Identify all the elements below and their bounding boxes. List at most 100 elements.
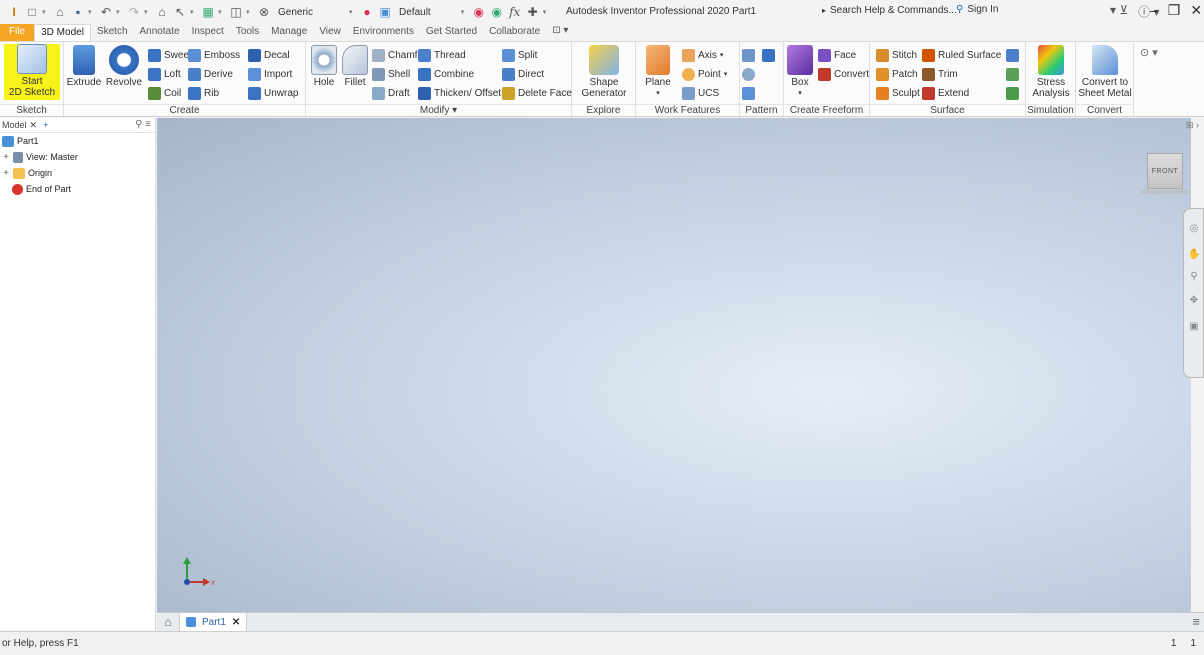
save-icon[interactable]: ▪ <box>70 4 86 20</box>
thicken-offset-button[interactable]: Thicken/ Offset <box>418 85 501 101</box>
expand-icon[interactable]: + <box>2 168 10 179</box>
graphics-viewport[interactable] <box>157 118 1191 612</box>
clear-override-icon[interactable]: ⊗ <box>256 4 272 20</box>
clear-appearance-icon[interactable]: ◉ <box>489 4 505 20</box>
close-icon[interactable]: ✕ <box>1190 2 1202 19</box>
start-2d-sketch-button[interactable]: Start 2D Sketch <box>4 44 60 100</box>
new-file-icon[interactable]: □ <box>24 4 40 20</box>
sign-in-label[interactable]: Sign In <box>967 4 998 15</box>
undo-icon[interactable]: ↶ <box>98 4 114 20</box>
unwrap-button[interactable]: Unwrap <box>248 85 298 101</box>
tab-inspect[interactable]: Inspect <box>186 24 230 41</box>
hole-button[interactable]: Hole <box>310 45 338 88</box>
properties-icon[interactable]: ◫ <box>228 4 244 20</box>
tab-get-started[interactable]: Get Started <box>420 24 483 41</box>
tab-environments[interactable]: Environments <box>347 24 420 41</box>
rib-button[interactable]: Rib <box>188 85 219 101</box>
delete-face-button[interactable]: Delete Face <box>502 85 572 101</box>
tab-file[interactable]: File <box>0 24 35 41</box>
surface-extra-2-button[interactable] <box>1006 66 1019 82</box>
tab-tools[interactable]: Tools <box>230 24 265 41</box>
emboss-button[interactable]: Emboss <box>188 47 240 63</box>
new-caret-icon[interactable]: ▾ <box>42 8 50 16</box>
ribbon-expand-icon[interactable]: ⊙ ▾ <box>1140 46 1158 59</box>
appearance-caret-icon[interactable]: ▾ <box>461 8 469 16</box>
shape-generator-button[interactable]: Shape Generator <box>578 45 630 99</box>
save-caret-icon[interactable]: ▾ <box>88 8 96 16</box>
doc-tab-close-icon[interactable]: ✕ <box>232 617 240 628</box>
stress-analysis-button[interactable]: Stress Analysis <box>1028 45 1074 99</box>
doc-tab-part1[interactable]: Part1 ✕ <box>179 612 248 632</box>
viewcube[interactable]: FRONT <box>1147 153 1183 189</box>
face-button[interactable]: Face <box>818 47 856 63</box>
trim-button[interactable]: Trim <box>922 66 958 82</box>
box-button[interactable]: Box ▾ <box>786 45 814 99</box>
orbit-icon[interactable]: ✥ <box>1188 295 1200 307</box>
import-button[interactable]: Import <box>248 66 292 82</box>
draft-button[interactable]: Draft <box>372 85 410 101</box>
home-tab-icon[interactable]: ⌂ <box>157 615 179 629</box>
browser-add-icon[interactable]: + <box>43 120 48 130</box>
material-dropdown[interactable]: Generic <box>278 7 313 18</box>
sign-in[interactable]: ⚲ Sign In <box>956 4 998 15</box>
tree-item-view-master[interactable]: + View: Master <box>0 149 155 165</box>
open-file-icon[interactable]: ⌂ <box>52 4 68 20</box>
rect-pattern-button[interactable] <box>742 47 775 63</box>
tab-sketch[interactable]: Sketch <box>91 24 134 41</box>
point-button[interactable]: Point ▾ <box>682 66 727 82</box>
surface-extra-1-button[interactable] <box>1006 47 1019 63</box>
tab-3d-model[interactable]: 3D Model <box>34 24 91 41</box>
panel-title-modify[interactable]: Modify ▾ <box>306 104 571 117</box>
update-icon[interactable]: ▦ <box>200 4 216 20</box>
select-caret-icon[interactable]: ▾ <box>190 8 198 16</box>
direct-button[interactable]: Direct <box>502 66 544 82</box>
tab-view[interactable]: View <box>313 24 347 41</box>
cart-icon[interactable]: ▾ ⊻ <box>1110 3 1128 20</box>
combine-button[interactable]: Combine <box>418 66 474 82</box>
undo-caret-icon[interactable]: ▾ <box>116 8 124 16</box>
zoom-icon[interactable]: ⚲ <box>1188 271 1200 283</box>
qat-menu-icon[interactable]: ▾ <box>543 8 551 16</box>
home-icon[interactable]: ⌂ <box>154 4 170 20</box>
decal-button[interactable]: Decal <box>248 47 290 63</box>
pan-icon[interactable]: ✋ <box>1188 249 1200 261</box>
material-caret-icon[interactable]: ▾ <box>349 8 357 16</box>
tab-manage[interactable]: Manage <box>265 24 313 41</box>
ruled-surface-button[interactable]: Ruled Surface <box>922 47 1001 63</box>
derive-button[interactable]: Derive <box>188 66 233 82</box>
patch-button[interactable]: Patch <box>876 66 918 82</box>
convert-freeform-button[interactable]: Convert <box>818 66 869 82</box>
appearance-dropdown[interactable]: Default <box>399 7 431 18</box>
inventor-logo-icon[interactable]: I <box>6 4 22 20</box>
split-button[interactable]: Split <box>502 47 537 63</box>
revolve-button[interactable]: Revolve <box>104 45 144 88</box>
thread-button[interactable]: Thread <box>418 47 466 63</box>
ucs-button[interactable]: UCS <box>682 85 719 101</box>
shell-button[interactable]: Shell <box>372 66 410 82</box>
browser-search-menu[interactable]: ⚲ ≡ <box>135 119 151 130</box>
browser-tab-label[interactable]: Model <box>2 120 27 130</box>
tab-collaborate[interactable]: Collaborate <box>483 24 546 41</box>
search-help-label[interactable]: Search Help & Commands... <box>830 5 957 16</box>
steering-wheel-icon[interactable]: ◎ <box>1188 223 1200 235</box>
update-caret-icon[interactable]: ▾ <box>218 8 226 16</box>
surface-extra-3-button[interactable] <box>1006 85 1019 101</box>
restore-icon[interactable]: ❐ <box>1168 2 1181 19</box>
properties-caret-icon[interactable]: ▾ <box>246 8 254 16</box>
sketch-pattern-button[interactable] <box>742 85 755 101</box>
tree-item-part1[interactable]: Part1 <box>0 133 155 149</box>
viewport-menu-icon[interactable]: ⊞ › <box>1186 120 1199 131</box>
select-icon[interactable]: ↖ <box>172 4 188 20</box>
redo-icon[interactable]: ↷ <box>126 4 142 20</box>
customize-qat-icon[interactable]: ✚ <box>525 4 541 20</box>
ribbon-options-icon[interactable]: ⊡ ▾ <box>546 24 574 41</box>
fillet-button[interactable]: Fillet <box>340 45 370 88</box>
stitch-button[interactable]: Stitch <box>876 47 917 63</box>
sculpt-button[interactable]: Sculpt <box>876 85 920 101</box>
minimize-icon[interactable]: – <box>1150 2 1158 19</box>
extrude-button[interactable]: Extrude <box>66 45 102 88</box>
convert-sheet-metal-button[interactable]: Convert to Sheet Metal <box>1078 45 1132 99</box>
loft-button[interactable]: Loft <box>148 66 181 82</box>
plane-button[interactable]: Plane ▾ <box>642 45 674 99</box>
extend-button[interactable]: Extend <box>922 85 969 101</box>
